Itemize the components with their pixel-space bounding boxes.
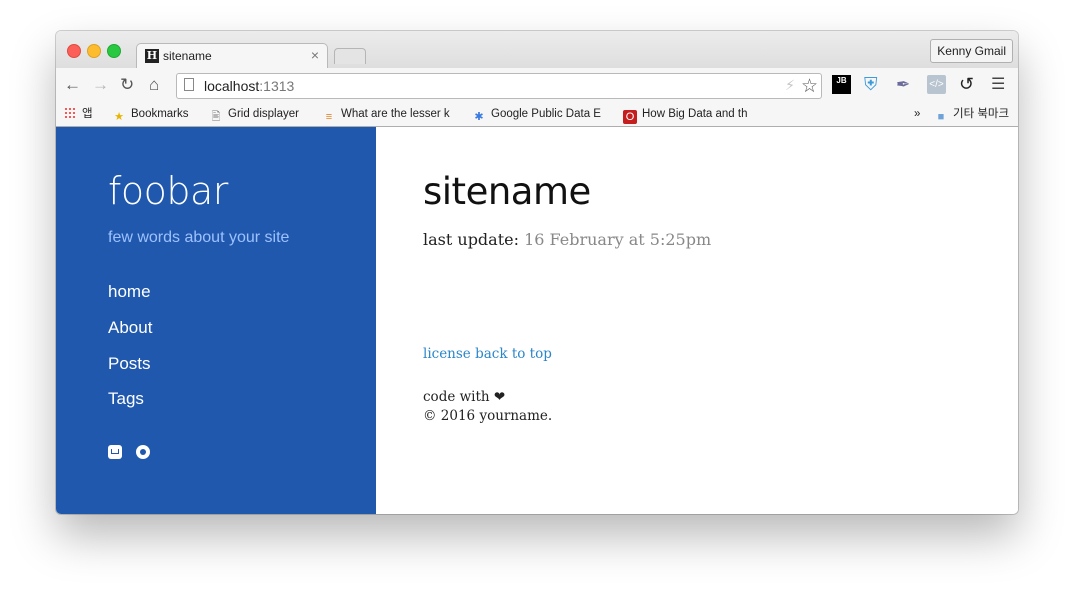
browser-tab[interactable]: H sitename × <box>136 43 328 70</box>
bookmark-bookmarks[interactable]: ★ Bookmarks <box>112 106 189 124</box>
tab-title: sitename <box>163 49 212 63</box>
shield-extension-icon[interactable]: ⛨ <box>864 75 883 94</box>
bookmark-star-icon[interactable]: ☆ <box>801 75 818 98</box>
profile-button[interactable]: Kenny Gmail <box>930 39 1013 63</box>
title-bar: H sitename × Kenny Gmail <box>56 31 1018 70</box>
code-with-text: code with <box>423 389 490 405</box>
bookmark-big-data[interactable]: O How Big Data and th <box>623 106 747 124</box>
nav-about[interactable]: About <box>108 318 152 338</box>
maximize-window-button[interactable] <box>107 44 121 58</box>
home-icon[interactable]: ⌂ <box>149 76 159 94</box>
eyedropper-extension-icon[interactable]: ✒ <box>896 75 915 94</box>
bookmark-google-public-data[interactable]: ✱ Google Public Data E <box>472 106 601 124</box>
nav-tags[interactable]: Tags <box>108 389 144 409</box>
close-window-button[interactable] <box>67 44 81 58</box>
bookmark-label: Google Public Data E <box>491 108 601 120</box>
new-tab-button[interactable] <box>334 48 366 64</box>
folder-icon: ■ <box>937 111 945 123</box>
bookmarks-overflow-chevron-icon[interactable]: » <box>914 106 920 122</box>
apps-grid-icon <box>64 107 76 119</box>
back-to-top-link[interactable]: back to top <box>475 346 552 362</box>
bookmarks-bar: 앱 ★ Bookmarks 🖹︎ Grid displayer ≡ What are … <box>56 102 1018 127</box>
footer-links: license back to top <box>423 346 552 362</box>
copyright-text: © 2016 yourname. <box>423 408 553 424</box>
page-icon: 🖹︎ <box>211 111 221 123</box>
opera-icon: O <box>623 110 637 124</box>
reload-icon[interactable]: ↻ <box>120 76 134 94</box>
site-sidebar: foobar few words about your site home Ab… <box>56 127 376 514</box>
email-icon[interactable] <box>108 445 122 459</box>
site-main: sitename last update: 16 February at 5:2… <box>376 127 1018 514</box>
tab-favicon-icon: H <box>145 49 159 63</box>
url-port: :1313 <box>259 78 295 94</box>
lightning-icon[interactable]: ⚡︎ <box>785 77 795 94</box>
heart-icon: ❤ <box>493 389 506 405</box>
site-tagline: few words about your site <box>108 229 290 246</box>
update-label: last update: <box>423 230 519 249</box>
bookmark-grid-displayer[interactable]: 🖹︎ Grid displayer <box>209 106 299 124</box>
site-brand[interactable]: foobar <box>108 169 228 213</box>
github-icon[interactable] <box>136 445 150 459</box>
nav-home[interactable]: home <box>108 282 151 302</box>
code-extension-icon[interactable]: </> <box>927 75 946 94</box>
page-icon <box>184 78 194 91</box>
bookmark-label: What are the lesser k <box>341 108 450 120</box>
bookmark-label: Bookmarks <box>131 108 189 120</box>
back-icon[interactable]: ← <box>64 76 81 94</box>
stackoverflow-icon: ≡ <box>325 111 333 123</box>
last-update: last update: 16 February at 5:25pm <box>423 230 711 249</box>
tab-close-icon[interactable]: × <box>311 47 319 63</box>
swirl-extension-icon[interactable]: ↺ <box>959 75 978 94</box>
bookmark-label: Grid displayer <box>228 108 299 120</box>
page-title: sitename <box>423 170 591 213</box>
minimize-window-button[interactable] <box>87 44 101 58</box>
license-link[interactable]: license <box>423 346 471 362</box>
address-bar[interactable]: localhost:1313 ⚡︎ ☆ <box>176 73 822 99</box>
menu-icon[interactable]: ☰ <box>991 75 1010 94</box>
bookmark-apps[interactable]: 앱 <box>64 106 93 122</box>
nav-posts[interactable]: Posts <box>108 354 151 374</box>
bookmark-label: 기타 북마크 <box>953 108 1010 120</box>
star-icon: ★ <box>114 111 124 123</box>
jetbrains-extension-icon[interactable]: JB <box>832 75 851 94</box>
google-icon: ✱ <box>474 111 484 123</box>
url-text: localhost:1313 <box>204 78 294 94</box>
url-host: localhost <box>204 78 260 94</box>
forward-icon[interactable]: → <box>92 76 109 94</box>
bookmark-other[interactable]: ■ 기타 북마크 <box>934 106 1009 124</box>
bookmark-label: 앱 <box>82 108 93 120</box>
bookmark-label: How Big Data and th <box>642 108 748 120</box>
footer-credits: code with ❤ © 2016 yourname. <box>423 388 552 426</box>
update-date: 16 February at 5:25pm <box>524 230 712 249</box>
browser-window: H sitename × Kenny Gmail ← → ↻ ⌂ localho… <box>56 31 1018 514</box>
bookmark-stackoverflow[interactable]: ≡ What are the lesser k <box>322 106 450 124</box>
browser-toolbar: ← → ↻ ⌂ localhost:1313 ⚡︎ ☆ JB ⛨ ✒ </> ↺… <box>56 68 1018 102</box>
